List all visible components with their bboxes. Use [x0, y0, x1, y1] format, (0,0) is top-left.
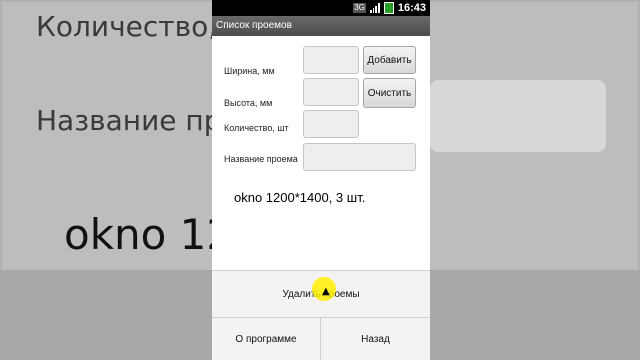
menu-back-button[interactable]: Назад: [321, 317, 430, 360]
main-content: Ширина, мм Добавить Высота, мм Очистить …: [212, 36, 430, 270]
battery-icon: [383, 2, 394, 14]
status-time: 16:43: [397, 2, 426, 14]
height-label: Высота, мм: [224, 98, 273, 108]
qty-label: Количество, шт: [224, 123, 289, 133]
height-input[interactable]: [303, 78, 359, 106]
app-title: Список проемов: [212, 16, 430, 36]
status-bar: 3G 16:43: [212, 0, 430, 16]
clear-button[interactable]: Очистить: [363, 78, 416, 108]
signal-icon: [369, 3, 380, 13]
menu-about-button[interactable]: О программе: [212, 317, 321, 360]
width-input[interactable]: [303, 46, 359, 74]
phone-screen: 3G 16:43 Список проемов Ширина, мм Добав…: [212, 0, 430, 360]
name-label: Название проема: [224, 154, 298, 164]
pointer-icon: ▲: [322, 286, 330, 297]
network-3g-icon: 3G: [353, 3, 366, 13]
background-field: [430, 80, 606, 152]
name-input[interactable]: [303, 143, 416, 171]
width-label: Ширина, мм: [224, 66, 275, 76]
add-button[interactable]: Добавить: [363, 46, 416, 74]
qty-input[interactable]: [303, 110, 359, 138]
list-item[interactable]: okno 1200*1400, 3 шт.: [234, 190, 365, 205]
